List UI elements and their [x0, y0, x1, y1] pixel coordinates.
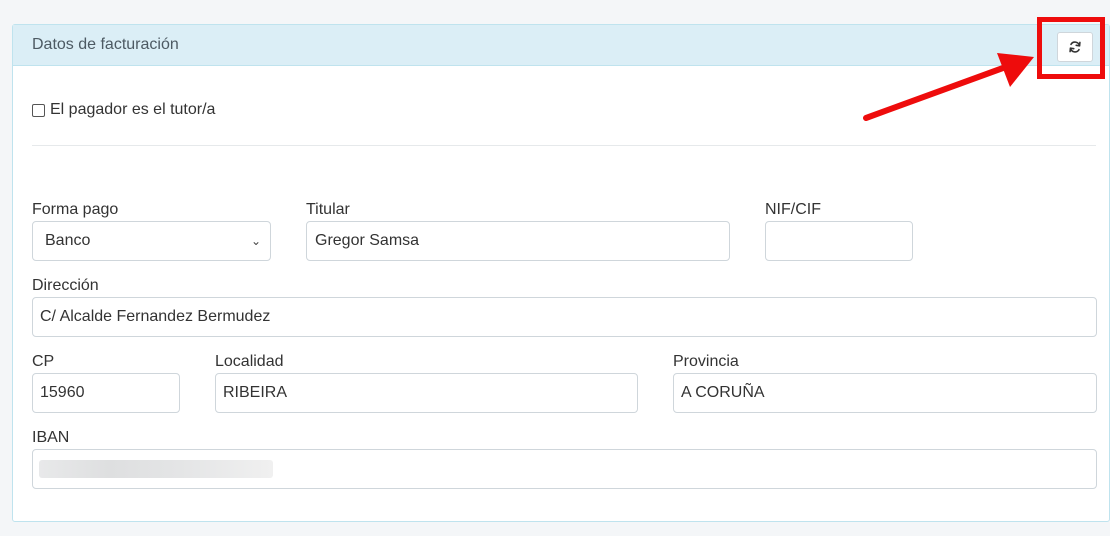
provincia-label: Provincia [673, 353, 739, 370]
forma-pago-value: Banco [45, 232, 91, 249]
iban-input[interactable] [32, 449, 1097, 489]
forma-pago-label: Forma pago [32, 201, 119, 218]
titular-input[interactable]: Gregor Samsa [306, 221, 730, 261]
direccion-label: Dirección [32, 277, 99, 294]
redacted-value [39, 460, 273, 478]
titular-label: Titular [306, 201, 350, 218]
nif-cif-label: NIF/CIF [765, 201, 821, 218]
chevron-down-icon: ⌄ [250, 234, 261, 248]
cp-input[interactable]: 15960 [32, 373, 180, 413]
billing-panel: Datos de facturación El pagador es el tu… [12, 24, 1110, 522]
localidad-value: RIBEIRA [223, 384, 288, 401]
payer-is-tutor-label: El pagador es el tutor/a [50, 101, 216, 118]
divider [32, 145, 1096, 146]
provincia-value: A CORUÑA [681, 384, 765, 401]
localidad-label: Localidad [215, 353, 284, 370]
direccion-input[interactable]: C/ Alcalde Fernandez Bermudez [32, 297, 1097, 337]
direccion-value: C/ Alcalde Fernandez Bermudez [40, 308, 271, 325]
nif-cif-input[interactable] [765, 221, 913, 261]
panel-header: Datos de facturación [13, 25, 1109, 66]
refresh-icon [1069, 41, 1081, 53]
panel-title: Datos de facturación [32, 36, 179, 53]
provincia-input[interactable]: A CORUÑA [673, 373, 1097, 413]
refresh-button[interactable] [1057, 32, 1093, 62]
localidad-input[interactable]: RIBEIRA [215, 373, 638, 413]
titular-value: Gregor Samsa [315, 232, 420, 249]
cp-label: CP [32, 353, 55, 370]
iban-label: IBAN [32, 429, 70, 446]
payer-is-tutor-checkbox[interactable]: El pagador es el tutor/a [32, 101, 215, 119]
checkbox-box[interactable] [32, 103, 45, 117]
cp-value: 15960 [40, 384, 85, 401]
forma-pago-select[interactable]: Banco ⌄ [32, 221, 271, 261]
